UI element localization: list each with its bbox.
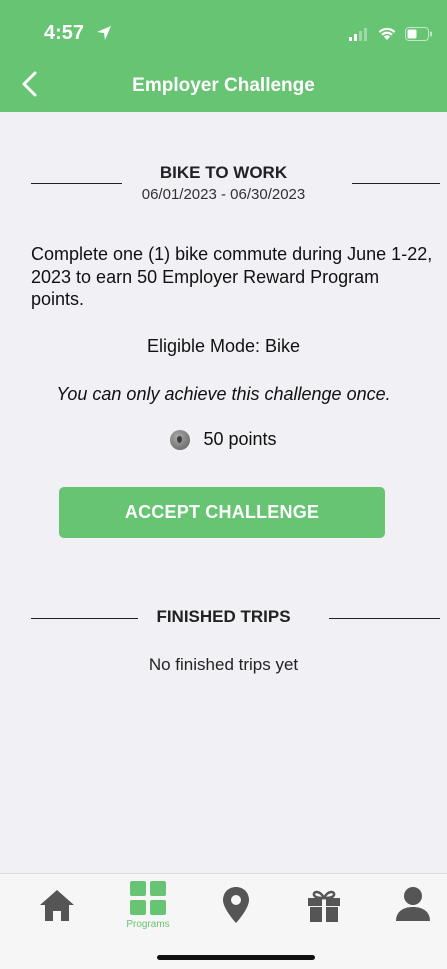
battery-icon bbox=[405, 26, 432, 41]
status-icons bbox=[349, 26, 433, 41]
challenge-dates: 06/01/2023 - 06/30/2023 bbox=[141, 186, 306, 203]
points-row: 50 points bbox=[0, 429, 447, 450]
cellular-signal-icon bbox=[349, 27, 367, 41]
screen: 4:57 Employer Challenge BIKE TO WORK 06/… bbox=[0, 0, 447, 969]
tab-programs[interactable]: Programs bbox=[118, 880, 178, 936]
programs-grid-icon bbox=[130, 881, 166, 915]
wifi-icon bbox=[378, 27, 396, 40]
location-arrow-icon bbox=[96, 26, 111, 40]
divider-line-left bbox=[31, 183, 122, 184]
points-coin-icon bbox=[170, 429, 191, 450]
map-pin-icon bbox=[223, 887, 249, 923]
divider-line-right bbox=[352, 183, 440, 184]
status-time: 4:57 bbox=[44, 22, 112, 45]
gift-icon bbox=[308, 890, 340, 922]
tab-profile[interactable] bbox=[383, 886, 443, 942]
profile-icon bbox=[396, 887, 430, 921]
header: 4:57 Employer Challenge bbox=[0, 0, 447, 112]
points-value: 50 points bbox=[203, 429, 277, 449]
finished-trips-title: FINISHED TRIPS bbox=[156, 607, 291, 626]
eligible-mode: Eligible Mode: Bike bbox=[146, 336, 301, 356]
page-title: Employer Challenge bbox=[132, 75, 315, 96]
status-time-text: 4:57 bbox=[44, 22, 85, 44]
tab-home[interactable] bbox=[27, 888, 87, 944]
challenge-description: Complete one (1) bike commute during Jun… bbox=[31, 244, 433, 309]
once-note: You can only achieve this challenge once… bbox=[56, 384, 391, 404]
tab-rewards[interactable] bbox=[294, 888, 354, 944]
home-indicator bbox=[157, 955, 315, 960]
finished-trips-empty: No finished trips yet bbox=[148, 655, 299, 674]
tab-map[interactable] bbox=[206, 886, 266, 942]
home-icon bbox=[40, 890, 74, 921]
tab-programs-label: Programs bbox=[126, 919, 170, 930]
accept-challenge-button[interactable]: ACCEPT CHALLENGE bbox=[59, 487, 385, 538]
challenge-name: BIKE TO WORK bbox=[159, 163, 288, 182]
